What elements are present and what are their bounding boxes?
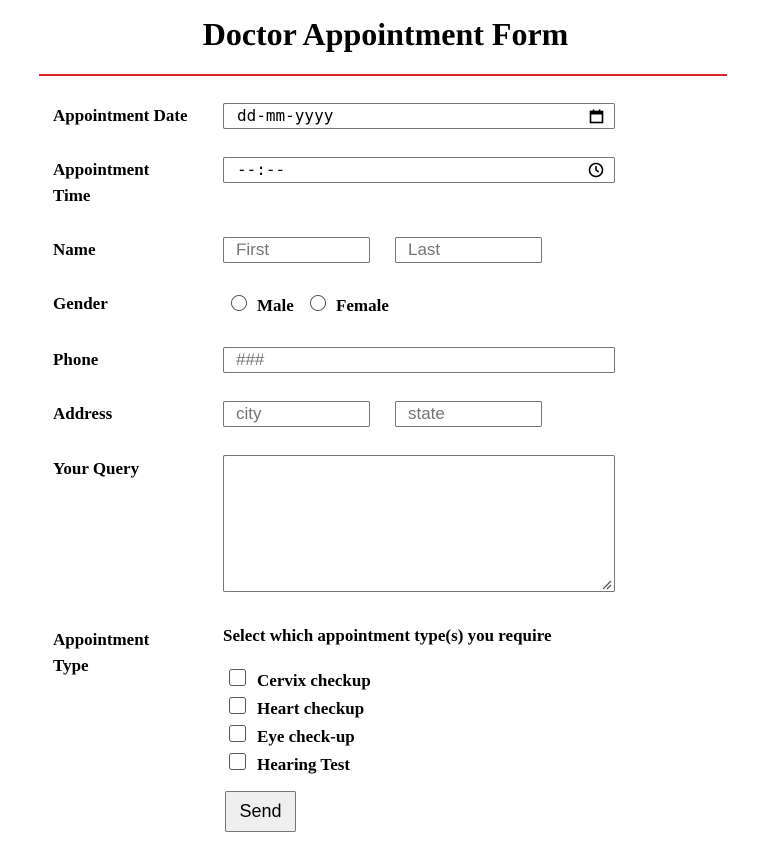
name-label: Name [53, 240, 96, 259]
title-divider [39, 74, 727, 76]
appointment-date-label: Appointment Date [53, 106, 188, 125]
male-label[interactable]: Male [257, 295, 294, 317]
hearing-test-label[interactable]: Hearing Test [257, 754, 350, 776]
query-label: Your Query [53, 459, 140, 478]
hearing-test-checkbox[interactable] [229, 753, 246, 770]
last-name-input[interactable] [395, 237, 542, 263]
resize-grip-icon[interactable] [600, 577, 612, 595]
type-label-line1: Appointment [53, 630, 150, 649]
clock-icon[interactable] [588, 162, 604, 178]
appointment-time-label: Appointment Time [53, 157, 203, 209]
address-label: Address [53, 404, 113, 423]
state-input[interactable] [395, 401, 542, 427]
appointment-date-input[interactable]: dd-mm-yyyy [223, 103, 615, 129]
page-title: Doctor Appointment Form [202, 16, 569, 52]
heart-checkup-checkbox[interactable] [229, 697, 246, 714]
date-value: dd-mm-yyyy [237, 106, 334, 125]
male-radio[interactable] [231, 295, 247, 311]
query-textarea[interactable] [223, 455, 615, 592]
phone-label: Phone [53, 350, 99, 369]
send-button[interactable]: Send [225, 791, 296, 832]
type-label-line2: Type [53, 656, 89, 675]
time-label-line2: Time [53, 186, 91, 205]
time-value: --:-- [237, 160, 286, 179]
female-radio[interactable] [310, 295, 326, 311]
eye-checkup-checkbox[interactable] [229, 725, 246, 742]
phone-input[interactable] [223, 347, 615, 373]
heart-checkup-label[interactable]: Heart checkup [257, 698, 364, 720]
female-label[interactable]: Female [336, 295, 389, 317]
cervix-checkup-checkbox[interactable] [229, 669, 246, 686]
time-label-line1: Appointment [53, 160, 150, 179]
first-name-input[interactable] [223, 237, 370, 263]
cervix-checkup-label[interactable]: Cervix checkup [257, 670, 371, 692]
gender-label: Gender [53, 294, 108, 313]
city-input[interactable] [223, 401, 370, 427]
appointment-type-label: Appointment Type [53, 627, 203, 679]
appointment-time-input[interactable]: --:-- [223, 157, 615, 183]
calendar-icon[interactable] [588, 108, 604, 124]
eye-checkup-label[interactable]: Eye check-up [257, 726, 355, 748]
appointment-type-instruction: Select which appointment type(s) you req… [223, 626, 552, 645]
